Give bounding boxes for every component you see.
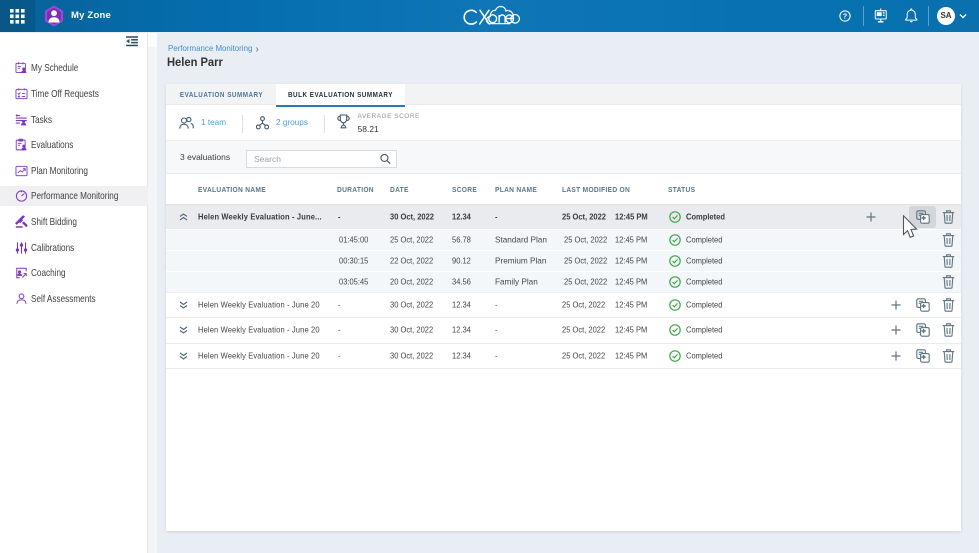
svg-text:?: ? bbox=[843, 12, 848, 21]
